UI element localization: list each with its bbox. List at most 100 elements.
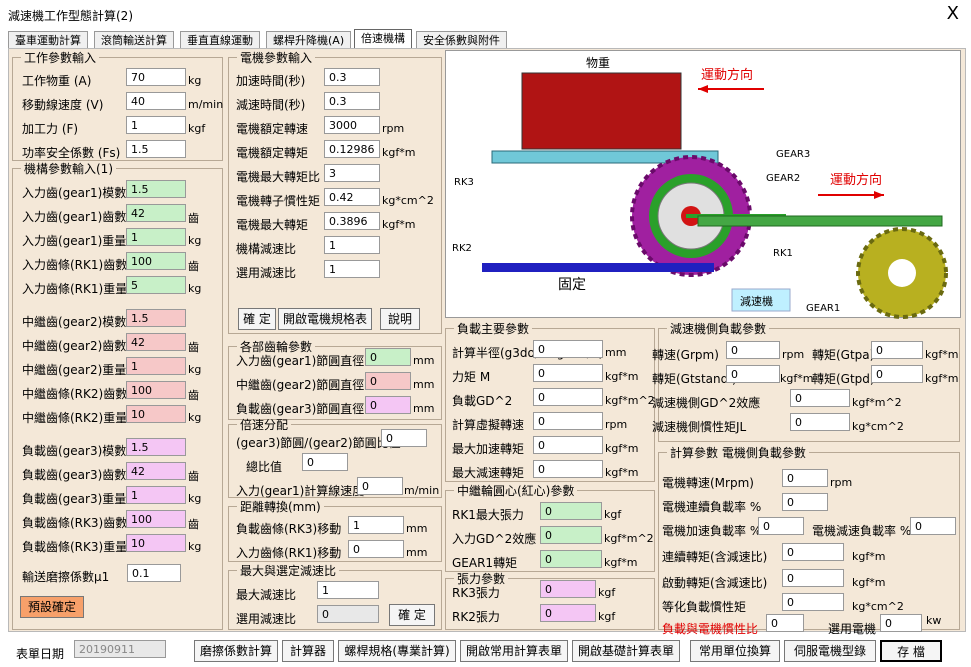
motor-8-input[interactable] [324, 260, 380, 278]
mech-14-input[interactable] [126, 534, 186, 552]
date-input[interactable] [74, 640, 166, 658]
mech-12-input[interactable] [126, 486, 186, 504]
mech-13-input[interactable] [126, 510, 186, 528]
tab-safety[interactable]: 安全係數與附件 [416, 31, 507, 49]
eq-inertia-input[interactable] [782, 593, 844, 611]
mech-3-label: 入力齒條(RK1)齒數 [22, 258, 128, 272]
mech-11-unit: 齒 [188, 470, 199, 483]
motion-label-mid: 運動方向 [830, 172, 882, 188]
tab-double-speed[interactable]: 倍速機構 [354, 29, 412, 49]
mech-7-label: 中繼齒(gear2)重量 [22, 363, 127, 377]
inertia-ratio-input[interactable] [766, 614, 804, 632]
dist-1-input[interactable] [348, 540, 404, 558]
gtpd-input[interactable] [871, 365, 923, 383]
tab-roller[interactable]: 滾筒輸送計算 [94, 31, 174, 49]
close-icon[interactable]: X [947, 3, 959, 24]
open-common-form-button[interactable]: 開啟常用計算表單 [460, 640, 568, 662]
tab-trolley[interactable]: 臺車運動計算 [8, 31, 88, 49]
inertia-ratio-label: 負載與電機慣性比 [662, 622, 759, 636]
mech-6-input[interactable] [126, 333, 186, 351]
cont-load-input[interactable] [782, 493, 828, 511]
max-ratio-input[interactable] [317, 581, 379, 599]
mech-11-input[interactable] [126, 462, 186, 480]
acc-load-input[interactable] [758, 517, 804, 535]
mech-2-input[interactable] [126, 228, 186, 246]
unit-convert-button[interactable]: 常用單位換算 [690, 640, 780, 662]
sel-ratio-input[interactable] [317, 605, 379, 623]
work-3-input[interactable] [126, 140, 186, 158]
gtstand-input[interactable] [726, 365, 780, 383]
motor-help-button[interactable]: 說明 [380, 308, 420, 330]
grpm-input[interactable] [726, 341, 780, 359]
motor-7-input[interactable] [324, 236, 380, 254]
mech-10-input[interactable] [126, 438, 186, 456]
motor-ok-button[interactable]: 確 定 [238, 308, 276, 330]
motor-3-input[interactable] [324, 140, 380, 158]
motor-2-input[interactable] [324, 116, 380, 134]
mech-7-input[interactable] [126, 357, 186, 375]
mech-9-input[interactable] [126, 405, 186, 423]
load-0-input[interactable] [533, 340, 603, 358]
load-3-input[interactable] [533, 412, 603, 430]
speed-ratio-input[interactable] [381, 429, 427, 447]
load-0-unit: mm [605, 346, 627, 359]
tab-screw[interactable]: 螺桿升降機(A) [266, 31, 352, 49]
work-1-input[interactable] [126, 92, 186, 110]
inertia-unit: kg*cm^2 [852, 420, 904, 433]
maxratio-ok-button[interactable]: 確 定 [389, 604, 435, 626]
mech-8-unit: 齒 [188, 389, 199, 402]
input-speed-input[interactable] [357, 477, 403, 495]
screw-spec-button[interactable]: 螺桿規格(專業計算) [338, 640, 456, 662]
gtpa-input[interactable] [871, 341, 923, 359]
sel-motor-input[interactable] [880, 614, 922, 632]
start-torque-input[interactable] [782, 569, 844, 587]
motor-spec-button[interactable]: 開啟電機規格表 [278, 308, 372, 330]
gear-2-input[interactable] [365, 396, 411, 414]
sel-motor-label: 選用電機 [828, 622, 877, 636]
mech-2-label: 入力齒(gear1)重量 [22, 234, 127, 248]
load-1-input[interactable] [533, 364, 603, 382]
gd2-input[interactable] [790, 389, 850, 407]
tension-0-input[interactable] [540, 580, 596, 598]
preset-confirm-button[interactable]: 預設確定 [20, 596, 84, 618]
dist-0-input[interactable] [348, 516, 404, 534]
mech-3-input[interactable] [126, 252, 186, 270]
dec-load-input[interactable] [910, 517, 956, 535]
mech-0-input[interactable] [126, 180, 186, 198]
mech-8-label: 中繼齒條(RK2)齒數 [22, 387, 128, 401]
total-ratio-input[interactable] [302, 453, 348, 471]
relay-2-input[interactable] [540, 550, 602, 568]
motor-5-input[interactable] [324, 188, 380, 206]
mech-1-input[interactable] [126, 204, 186, 222]
open-basic-form-button[interactable]: 開啟基礎計算表單 [572, 640, 680, 662]
work-2-input[interactable] [126, 116, 186, 134]
load-5-input[interactable] [533, 460, 603, 478]
motor-4-input[interactable] [324, 164, 380, 182]
servo-catalog-button[interactable]: 伺服電機型錄 [784, 640, 876, 662]
inertia-input[interactable] [790, 413, 850, 431]
save-button[interactable]: 存 檔 [880, 640, 942, 662]
mech-8-input[interactable] [126, 381, 186, 399]
cont-torque-input[interactable] [782, 543, 844, 561]
calculator-button[interactable]: 計算器 [282, 640, 334, 662]
mech-5-input[interactable] [126, 309, 186, 327]
work-0-input[interactable] [126, 68, 186, 86]
gear-1-input[interactable] [365, 372, 411, 390]
motor-1-input[interactable] [324, 92, 380, 110]
friction-calc-button[interactable]: 磨擦係數計算 [194, 640, 278, 662]
motor-speed-input[interactable] [782, 469, 828, 487]
motor-0-input[interactable] [324, 68, 380, 86]
tab-vertical[interactable]: 垂直直線運動 [180, 31, 260, 49]
relay-1-input[interactable] [540, 526, 602, 544]
motor-6-input[interactable] [324, 212, 380, 230]
tension-1-input[interactable] [540, 604, 596, 622]
load-4-input[interactable] [533, 436, 603, 454]
mech-14-unit: kg [188, 540, 202, 553]
relay-0-input[interactable] [540, 502, 602, 520]
gd2-unit: kgf*m^2 [852, 396, 902, 409]
load-2-input[interactable] [533, 388, 603, 406]
dist-0-label: 負載齒條(RK3)移動 [236, 522, 342, 536]
mech-4-input[interactable] [126, 276, 186, 294]
friction-input[interactable] [127, 564, 181, 582]
gear-0-input[interactable] [365, 348, 411, 366]
